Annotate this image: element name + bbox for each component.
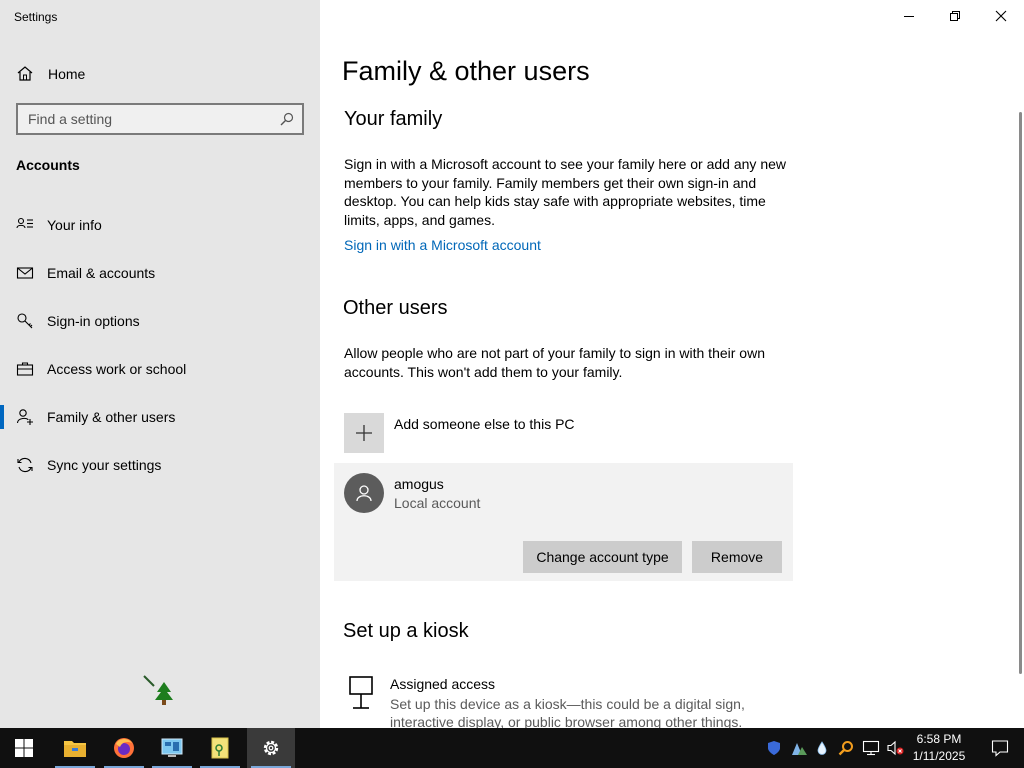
sidebar-item-sync-settings[interactable]: Sync your settings xyxy=(0,441,320,489)
nav-list: Your info Email & accounts Sign-in optio… xyxy=(0,201,320,489)
close-button[interactable] xyxy=(978,0,1024,32)
restore-icon xyxy=(950,11,960,21)
family-heading: Your family xyxy=(344,108,443,130)
scrollbar[interactable] xyxy=(1019,112,1022,674)
other-users-heading: Other users xyxy=(343,297,448,319)
section-label: Accounts xyxy=(16,157,80,173)
search-tool-icon xyxy=(838,741,853,756)
sidebar-item-label: Sync your settings xyxy=(47,457,162,473)
window-controls xyxy=(886,0,1024,32)
mail-icon xyxy=(16,267,34,279)
sidebar-item-sign-in-options[interactable]: Sign-in options xyxy=(0,297,320,345)
tray-droplet[interactable] xyxy=(813,728,831,768)
sidebar-item-label: Sign-in options xyxy=(47,313,140,329)
home-label: Home xyxy=(48,66,86,82)
sidebar-item-label: Access work or school xyxy=(47,361,187,377)
tray-volume[interactable] xyxy=(884,728,906,768)
clock-time: 6:58 PM xyxy=(916,732,962,746)
user-icon xyxy=(356,485,372,502)
taskbar-control-panel[interactable] xyxy=(148,728,196,768)
control-panel-icon xyxy=(161,738,183,757)
key-icon xyxy=(17,313,33,329)
network-icon xyxy=(862,740,880,756)
sidebar: Settings Home Accounts Your info xyxy=(0,0,320,728)
clock-date: 1/11/2025 xyxy=(912,749,966,763)
firefox-icon xyxy=(114,738,134,758)
minimize-button[interactable] xyxy=(886,0,932,32)
change-account-type-button[interactable]: Change account type xyxy=(523,541,682,573)
remove-button[interactable]: Remove xyxy=(692,541,782,573)
home-nav-item[interactable]: Home xyxy=(16,62,304,86)
restore-button[interactable] xyxy=(932,0,978,32)
file-explorer-icon xyxy=(64,741,86,757)
person-card-icon xyxy=(16,217,33,229)
tray-network[interactable] xyxy=(860,728,882,768)
add-someone-label: Add someone else to this PC xyxy=(394,416,575,432)
user-card[interactable]: amogus Local account Change account type… xyxy=(334,463,793,581)
search-icon xyxy=(280,112,294,126)
briefcase-icon xyxy=(16,362,34,376)
settings-icon xyxy=(263,740,279,756)
tray-search-tool[interactable] xyxy=(836,728,856,768)
family-description: Sign in with a Microsoft account to see … xyxy=(344,156,786,228)
volume-muted-icon xyxy=(887,740,904,756)
sidebar-item-access-work-school[interactable]: Access work or school xyxy=(0,345,320,393)
notepad-icon xyxy=(211,737,229,759)
sync-icon xyxy=(17,457,33,473)
close-icon xyxy=(995,10,1007,22)
sidebar-item-family-other-users[interactable]: Family & other users xyxy=(0,393,320,441)
add-box xyxy=(344,413,384,453)
taskbar-notepad[interactable] xyxy=(196,728,244,768)
minimize-icon xyxy=(904,16,914,17)
assigned-access-title[interactable]: Assigned access xyxy=(390,676,495,692)
sidebar-item-label: Email & accounts xyxy=(47,265,156,281)
network-share-icon xyxy=(792,743,807,755)
search-box[interactable] xyxy=(16,103,304,135)
search-input[interactable] xyxy=(28,111,280,127)
shield-icon xyxy=(768,741,780,755)
taskbar-file-explorer[interactable] xyxy=(51,728,99,768)
kiosk-heading: Set up a kiosk xyxy=(343,620,469,642)
assigned-access-description: Set up this device as a kiosk—this could… xyxy=(390,696,745,728)
notification-center-button[interactable] xyxy=(976,728,1024,768)
page-title: Family & other users xyxy=(342,56,590,86)
home-icon xyxy=(17,66,33,81)
sidebar-item-label: Your info xyxy=(47,217,102,233)
droplet-icon xyxy=(817,741,827,755)
add-someone-button[interactable]: Add someone else to this PC xyxy=(344,413,575,453)
user-account-type: Local account xyxy=(394,495,481,511)
sidebar-item-email-accounts[interactable]: Email & accounts xyxy=(0,249,320,297)
user-name: amogus xyxy=(394,476,444,492)
sign-in-microsoft-link[interactable]: Sign in with a Microsoft account xyxy=(344,237,541,253)
plus-icon xyxy=(356,425,372,441)
other-users-description: Allow people who are not part of your fa… xyxy=(344,345,765,380)
taskbar: 6:58 PM 1/11/2025 xyxy=(0,728,1024,768)
app-title: Settings xyxy=(14,10,58,24)
notification-icon xyxy=(991,740,1009,757)
avatar xyxy=(344,473,384,513)
taskbar-clock[interactable]: 6:58 PM 1/11/2025 xyxy=(906,731,972,765)
kiosk-icon xyxy=(349,676,373,709)
person-add-icon xyxy=(16,409,33,425)
start-icon xyxy=(15,739,33,757)
start-button[interactable] xyxy=(0,728,48,768)
christmas-tree-cursor-icon xyxy=(143,675,173,705)
taskbar-settings[interactable] xyxy=(247,728,295,768)
sidebar-item-label: Family & other users xyxy=(47,409,176,425)
main-content: Family & other users Your family Sign in… xyxy=(320,0,1024,728)
tray-shield[interactable] xyxy=(764,728,784,768)
taskbar-firefox[interactable] xyxy=(100,728,148,768)
sidebar-item-your-info[interactable]: Your info xyxy=(0,201,320,249)
tray-network-share[interactable] xyxy=(788,728,810,768)
